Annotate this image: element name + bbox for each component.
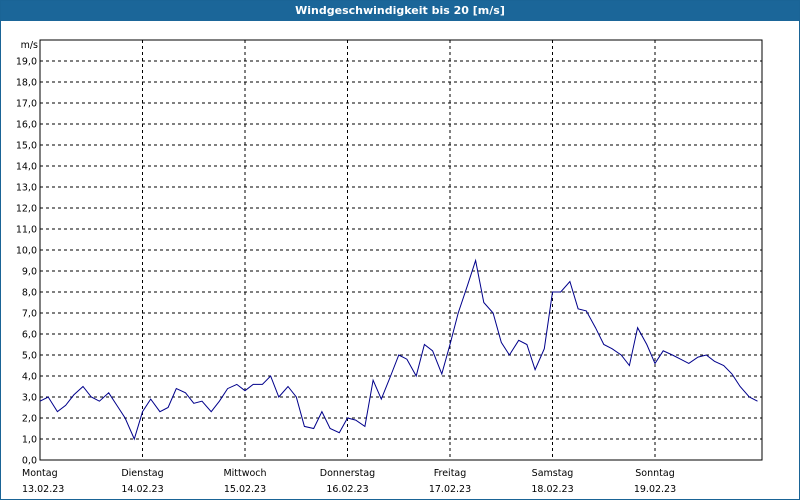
x-date-label: 16.02.23: [326, 484, 368, 495]
grid-lines: [40, 40, 762, 460]
y-tick-label: 18,0: [16, 78, 37, 89]
x-day-label: Freitag: [434, 468, 467, 479]
x-date-label: 13.02.23: [22, 484, 64, 495]
x-day-label: Montag: [22, 468, 58, 479]
x-day-label: Dienstag: [121, 468, 163, 479]
y-tick-label: 15,0: [16, 141, 37, 152]
y-tick-label: 5,0: [22, 351, 37, 362]
y-tick-label: 11,0: [16, 225, 37, 236]
x-date-label: 18.02.23: [531, 484, 573, 495]
y-tick-label: 2,0: [22, 414, 37, 425]
y-tick-label: 14,0: [16, 162, 37, 173]
y-tick-label: 1,0: [22, 435, 37, 446]
x-date-label: 15.02.23: [224, 484, 266, 495]
y-tick-label: 17,0: [16, 99, 37, 110]
x-day-label: Mittwoch: [223, 468, 266, 479]
y-tick-labels: 0,0 1,0 2,0 3,0 4,0 5,0 6,0 7,0 8,0 9,0 10,0 11,0 12…: [16, 57, 37, 467]
y-tick-label: 12,0: [16, 204, 37, 215]
x-date-label: 19.02.23: [634, 484, 676, 495]
x-date-label: 14.02.23: [121, 484, 163, 495]
y-tick-label: 16,0: [16, 120, 37, 131]
series-line-wind-speed: [39, 258, 758, 441]
y-axis-label: m/s: [21, 40, 38, 51]
y-tick-label: 6,0: [22, 330, 37, 341]
x-tick-labels: Montag 13.02.23 Dienstag 14.02.23 Mittwoch 15…: [22, 468, 676, 495]
x-day-label: Sonntag: [635, 468, 674, 479]
x-date-label: 17.02.23: [429, 484, 471, 495]
y-tick-label: 9,0: [22, 267, 37, 278]
y-tick-label: 4,0: [22, 372, 37, 383]
y-tick-label: 19,0: [16, 57, 37, 68]
y-tick-label: 7,0: [22, 309, 37, 320]
y-tick-label: 3,0: [22, 393, 37, 404]
x-day-label: Donnerstag: [320, 468, 375, 479]
y-tick-label: 13,0: [16, 183, 37, 194]
chart-area: m/s 0,0 1,0 2,0 3,0 4,0 5,0 6,0 7,0 8,0 9,0 10,0 11…: [16, 39, 763, 495]
x-day-label: Samstag: [532, 468, 574, 479]
y-tick-label: 8,0: [22, 288, 37, 299]
y-tick-label: 0,0: [22, 456, 37, 467]
y-tick-label: 10,0: [16, 246, 37, 257]
